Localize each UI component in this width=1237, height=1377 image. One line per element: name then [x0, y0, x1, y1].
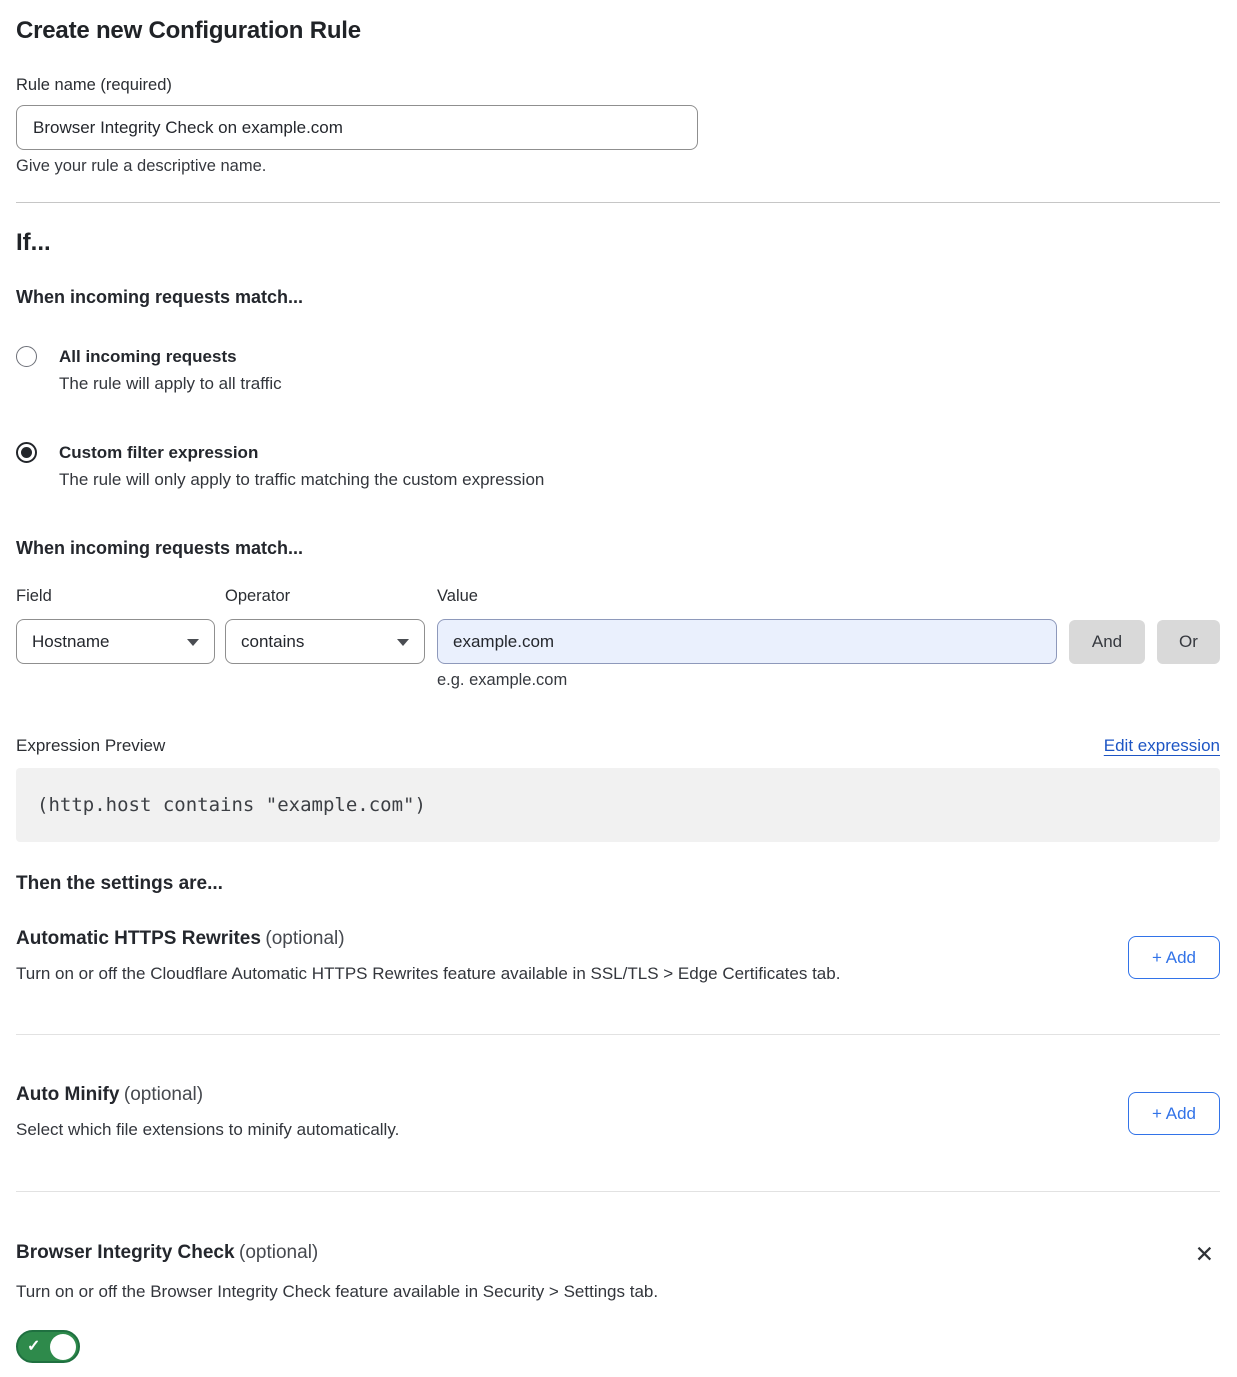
setting-title-row: Automatic HTTPS Rewrites (optional) — [16, 928, 840, 950]
close-icon[interactable]: ✕ — [1195, 1244, 1214, 1267]
create-configuration-rule-form: Create new Configuration Rule Rule name … — [0, 0, 1237, 1363]
expression-code-text: (http.host contains "example.com") — [37, 794, 426, 816]
setting-text: Browser Integrity Check (optional) Turn … — [16, 1242, 658, 1363]
field-column-label: Field — [16, 587, 225, 606]
page-title: Create new Configuration Rule — [16, 0, 1220, 45]
chevron-down-icon — [187, 639, 199, 646]
toggle-knob — [50, 1334, 76, 1360]
and-button[interactable]: And — [1069, 620, 1145, 664]
setting-automatic-https-rewrites: Automatic HTTPS Rewrites (optional) Turn… — [16, 928, 1220, 984]
setting-browser-integrity-check: Browser Integrity Check (optional) Turn … — [16, 1242, 1220, 1363]
setting-description: Select which file extensions to minify a… — [16, 1119, 399, 1140]
operator-select-value: contains — [241, 632, 304, 652]
expression-preview-header: Expression Preview Edit expression — [16, 736, 1220, 756]
operator-select[interactable]: contains — [225, 619, 425, 664]
expression-preview-label: Expression Preview — [16, 736, 165, 756]
setting-description: Turn on or off the Cloudflare Automatic … — [16, 963, 840, 984]
section-divider — [16, 202, 1220, 203]
rule-name-label: Rule name (required) — [16, 76, 1220, 95]
add-auto-minify-button[interactable]: + Add — [1128, 1092, 1220, 1135]
setting-optional-tag: (optional) — [124, 1084, 203, 1105]
radio-button-selected[interactable] — [16, 442, 37, 463]
setting-name: Automatic HTTPS Rewrites — [16, 928, 261, 949]
builder-heading: When incoming requests match... — [16, 538, 1220, 559]
or-button[interactable]: Or — [1157, 620, 1220, 664]
field-select-value: Hostname — [32, 632, 109, 652]
rule-name-input[interactable] — [16, 105, 698, 150]
radio-option-custom-filter: Custom filter expression The rule will o… — [16, 442, 1220, 490]
setting-text: Auto Minify (optional) Select which file… — [16, 1084, 399, 1140]
expression-preview-code: (http.host contains "example.com") — [16, 768, 1220, 842]
value-help-text: e.g. example.com — [437, 671, 1220, 690]
setting-title-row: Auto Minify (optional) — [16, 1084, 399, 1106]
radio-label: All incoming requests — [59, 346, 237, 367]
browser-integrity-check-toggle[interactable]: ✓ — [16, 1330, 80, 1363]
radio-description: The rule will apply to all traffic — [59, 373, 1220, 394]
radio-option-all-requests: All incoming requests The rule will appl… — [16, 346, 1220, 394]
setting-text: Automatic HTTPS Rewrites (optional) Turn… — [16, 928, 840, 984]
radio-button-unselected[interactable] — [16, 346, 37, 367]
builder-column-labels: Field Operator Value — [16, 587, 1220, 606]
setting-optional-tag: (optional) — [239, 1242, 318, 1263]
rule-name-help: Give your rule a descriptive name. — [16, 157, 1220, 176]
radio-description: The rule will only apply to traffic matc… — [59, 469, 1220, 490]
custom-filter-expression-option[interactable]: Custom filter expression — [16, 442, 1220, 463]
setting-optional-tag: (optional) — [265, 928, 344, 949]
field-select[interactable]: Hostname — [16, 619, 215, 664]
setting-title-row: Browser Integrity Check (optional) — [16, 1242, 658, 1264]
chevron-down-icon — [397, 639, 409, 646]
all-incoming-requests-option[interactable]: All incoming requests — [16, 346, 1220, 367]
setting-name: Auto Minify — [16, 1084, 119, 1105]
setting-divider — [16, 1034, 1220, 1035]
setting-auto-minify: Auto Minify (optional) Select which file… — [16, 1084, 1220, 1140]
value-input[interactable] — [437, 619, 1057, 664]
then-settings-heading: Then the settings are... — [16, 873, 1220, 895]
check-icon: ✓ — [27, 1339, 40, 1355]
setting-name: Browser Integrity Check — [16, 1242, 235, 1263]
edit-expression-link[interactable]: Edit expression — [1104, 736, 1220, 756]
if-heading: If... — [16, 228, 1220, 257]
setting-description: Turn on or off the Browser Integrity Che… — [16, 1281, 658, 1302]
value-column-label: Value — [437, 587, 478, 606]
match-heading: When incoming requests match... — [16, 287, 1220, 308]
expression-builder-row: Hostname contains And Or — [16, 619, 1220, 664]
operator-column-label: Operator — [225, 587, 437, 606]
add-automatic-https-rewrites-button[interactable]: + Add — [1128, 936, 1220, 979]
setting-divider — [16, 1191, 1220, 1192]
radio-label: Custom filter expression — [59, 442, 258, 463]
